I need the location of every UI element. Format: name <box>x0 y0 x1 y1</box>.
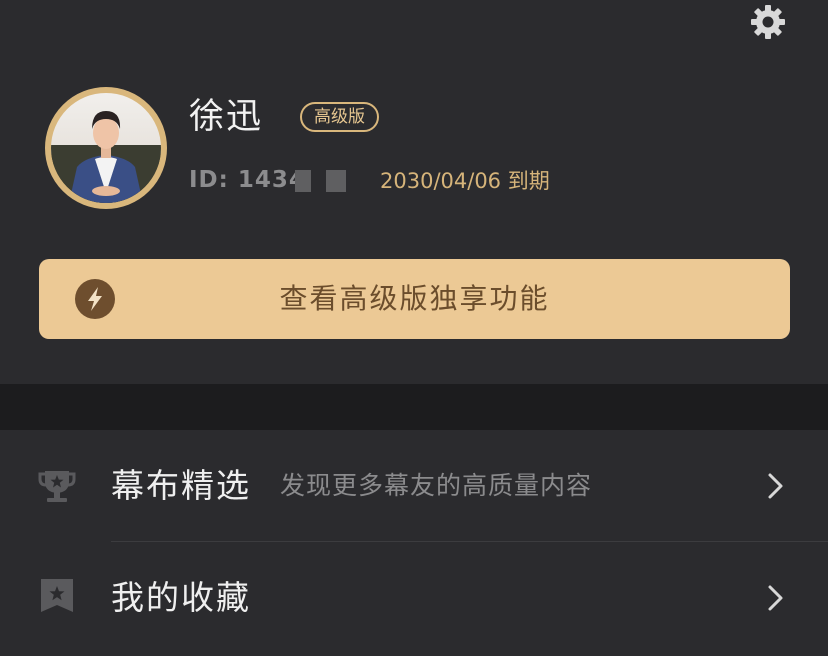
chevron-right-icon <box>768 585 783 611</box>
id-redaction-mask <box>326 170 346 192</box>
avatar-photo <box>51 93 161 203</box>
view-premium-features-button[interactable]: 查看高级版独享功能 <box>39 259 790 339</box>
id-redaction-mask <box>295 170 311 192</box>
avatar[interactable] <box>45 87 167 209</box>
menu-item-title: 幕布精选 <box>111 466 251 505</box>
user-id: ID: 1434 <box>189 167 306 193</box>
menu-item-subtitle: 发现更多幕友的高质量内容 <box>280 471 593 500</box>
expiration-date: 2030/04/06 到期 <box>380 169 550 193</box>
menu-item-favorites[interactable]: 我的收藏 <box>0 542 828 654</box>
section-divider <box>0 384 828 430</box>
bookmark-star-icon <box>41 579 73 612</box>
premium-badge: 高级版 <box>300 102 379 132</box>
menu-list: 幕布精选 发现更多幕友的高质量内容 我的收藏 <box>0 430 828 656</box>
chevron-right-icon <box>768 473 783 499</box>
user-name: 徐迅 <box>189 97 264 137</box>
menu-item-featured[interactable]: 幕布精选 发现更多幕友的高质量内容 <box>0 430 828 542</box>
profile-header: 徐迅 高级版 ID: 1434 2030/04/06 到期 查看高级版独享功能 <box>0 0 828 384</box>
settings-gear-icon[interactable] <box>748 2 788 42</box>
trophy-icon <box>38 471 76 502</box>
menu-item-title: 我的收藏 <box>111 578 251 617</box>
premium-button-label: 查看高级版独享功能 <box>279 282 550 315</box>
